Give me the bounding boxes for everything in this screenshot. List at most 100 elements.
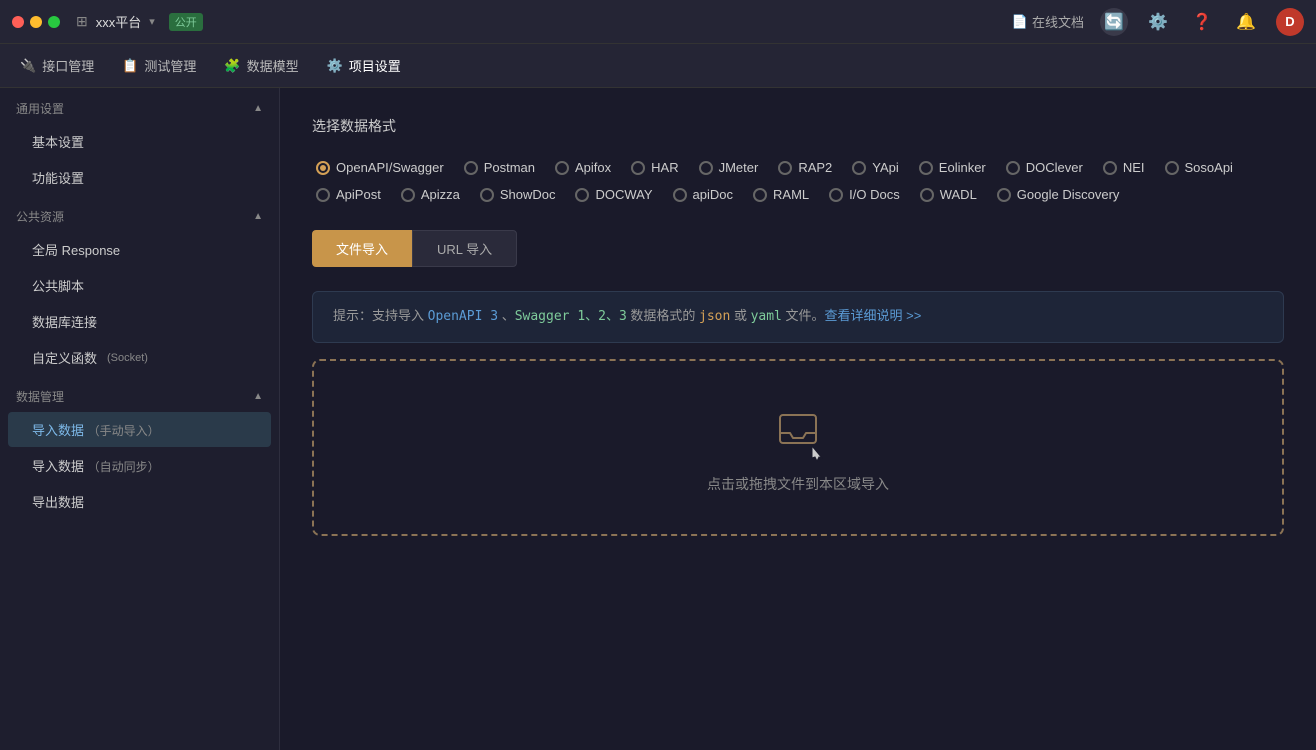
radio-postman-label: Postman <box>484 160 535 175</box>
radio-yapi[interactable]: YApi <box>848 156 915 179</box>
radio-nei-input[interactable] <box>1103 161 1117 175</box>
radio-apipost[interactable]: ApiPost <box>312 183 397 206</box>
radio-google[interactable]: Google Discovery <box>993 183 1136 206</box>
sidebar-item-public-script[interactable]: 公共脚本 <box>8 268 271 303</box>
help-icon[interactable]: ❓ <box>1188 8 1216 36</box>
radio-nei[interactable]: NEI <box>1099 156 1161 179</box>
import-tabs: 文件导入 URL 导入 <box>312 230 1284 267</box>
sidebar: 通用设置 ▲ 基本设置 功能设置 公共资源 ▲ 全局 Response 公共脚本… <box>0 88 280 750</box>
format-row-2: ApiPost Apizza ShowDoc DOCWAY apiDoc RAM… <box>312 183 1284 206</box>
test-icon: 📋 <box>122 58 138 74</box>
app-name[interactable]: xxx平台 <box>96 12 142 31</box>
notification-icon[interactable]: 🔔 <box>1232 8 1260 36</box>
sync-button[interactable]: 🔄 <box>1100 8 1128 36</box>
sidebar-item-db-connection[interactable]: 数据库连接 <box>8 304 271 339</box>
sidebar-item-import-manual[interactable]: 导入数据 （手动导入） <box>8 412 271 447</box>
hint-link[interactable]: 查看详细说明 >> <box>825 308 922 323</box>
chevron-up-icon: ▲ <box>253 103 263 114</box>
radio-raml-input[interactable] <box>753 188 767 202</box>
radio-apizza-input[interactable] <box>401 188 415 202</box>
nav-project[interactable]: ⚙️ 项目设置 <box>327 52 401 79</box>
radio-yapi-input[interactable] <box>852 161 866 175</box>
radio-apipost-input[interactable] <box>316 188 330 202</box>
radio-apifox-input[interactable] <box>555 161 569 175</box>
hint-yaml: yaml <box>751 309 782 324</box>
maximize-button[interactable] <box>48 16 60 28</box>
hint-json: json <box>699 309 730 324</box>
sidebar-item-global-response[interactable]: 全局 Response <box>8 232 271 267</box>
radio-jmeter-input[interactable] <box>699 161 713 175</box>
radio-sosoapi[interactable]: SosoApi <box>1161 156 1249 179</box>
avatar[interactable]: D <box>1276 8 1304 36</box>
sidebar-item-basic[interactable]: 基本设置 <box>8 124 271 159</box>
radio-showdoc[interactable]: ShowDoc <box>476 183 572 206</box>
sidebar-item-import-auto[interactable]: 导入数据 （自动同步） <box>8 448 271 483</box>
radio-har[interactable]: HAR <box>627 156 694 179</box>
hint-box: 提示：支持导入 OpenAPI 3 、Swagger 1、2、3 数据格式的 j… <box>312 291 1284 343</box>
doc-icon: 📄 <box>1012 14 1028 30</box>
public-section-label: 公共资源 <box>16 208 64 225</box>
radio-docway[interactable]: DOCWAY <box>571 183 668 206</box>
radio-eolinker[interactable]: Eolinker <box>915 156 1002 179</box>
file-drop-zone[interactable]: 点击或拖拽文件到本区域导入 <box>312 359 1284 536</box>
radio-eolinker-input[interactable] <box>919 161 933 175</box>
radio-jmeter[interactable]: JMeter <box>695 156 775 179</box>
settings-icon[interactable]: ⚙️ <box>1144 8 1172 36</box>
radio-rap2-input[interactable] <box>778 161 792 175</box>
radio-apidoc-input[interactable] <box>673 188 687 202</box>
app-icon: ⊞ <box>76 13 88 30</box>
tab-file-import[interactable]: 文件导入 <box>312 230 412 267</box>
radio-wadl[interactable]: WADL <box>916 183 993 206</box>
sidebar-section-public[interactable]: 公共资源 ▲ <box>0 196 279 231</box>
sidebar-section-data[interactable]: 数据管理 ▲ <box>0 376 279 411</box>
radio-doclever-input[interactable] <box>1006 161 1020 175</box>
chevron-down-icon: ▾ <box>149 15 155 28</box>
radio-har-input[interactable] <box>631 161 645 175</box>
chevron-up-icon-2: ▲ <box>253 211 263 222</box>
radio-iodocs-label: I/O Docs <box>849 187 900 202</box>
radio-postman-input[interactable] <box>464 161 478 175</box>
radio-rap2[interactable]: RAP2 <box>774 156 848 179</box>
tab-url-import[interactable]: URL 导入 <box>412 230 517 267</box>
radio-apizza[interactable]: Apizza <box>397 183 476 206</box>
traffic-lights <box>12 16 60 28</box>
radio-raml[interactable]: RAML <box>749 183 825 206</box>
radio-postman[interactable]: Postman <box>460 156 551 179</box>
radio-google-input[interactable] <box>997 188 1011 202</box>
online-doc-button[interactable]: 📄 在线文档 <box>1012 12 1084 31</box>
sidebar-item-custom-func[interactable]: 自定义函数 (Socket) <box>8 340 271 375</box>
nav-test-label: 测试管理 <box>144 56 196 75</box>
radio-apifox[interactable]: Apifox <box>551 156 627 179</box>
nav-model[interactable]: 🧩 数据模型 <box>224 52 298 79</box>
sidebar-section-general[interactable]: 通用设置 ▲ <box>0 88 279 123</box>
radio-sosoapi-input[interactable] <box>1165 161 1179 175</box>
radio-raml-label: RAML <box>773 187 809 202</box>
radio-wadl-input[interactable] <box>920 188 934 202</box>
nav-interface[interactable]: 🔌 接口管理 <box>20 52 94 79</box>
hint-format1: OpenAPI 3 <box>428 309 498 324</box>
radio-doclever[interactable]: DOClever <box>1002 156 1099 179</box>
radio-docway-input[interactable] <box>575 188 589 202</box>
radio-iodocs-input[interactable] <box>829 188 843 202</box>
interface-icon: 🔌 <box>20 58 36 74</box>
public-badge: 公开 <box>169 13 203 31</box>
radio-openapi-input[interactable] <box>316 161 330 175</box>
close-button[interactable] <box>12 16 24 28</box>
radio-iodocs[interactable]: I/O Docs <box>825 183 916 206</box>
hint-mid: 数据格式的 <box>627 308 699 323</box>
custom-func-label: 自定义函数 <box>32 348 97 367</box>
nav-model-label: 数据模型 <box>247 56 299 75</box>
socket-badge: (Socket) <box>107 352 148 364</box>
minimize-button[interactable] <box>30 16 42 28</box>
nav-test[interactable]: 📋 测试管理 <box>122 52 196 79</box>
data-section-label: 数据管理 <box>16 388 64 405</box>
radio-apidoc[interactable]: apiDoc <box>669 183 749 206</box>
radio-showdoc-input[interactable] <box>480 188 494 202</box>
radio-openapi[interactable]: OpenAPI/Swagger <box>312 156 460 179</box>
radio-apizza-label: Apizza <box>421 187 460 202</box>
sidebar-item-feature[interactable]: 功能设置 <box>8 160 271 195</box>
radio-apifox-label: Apifox <box>575 160 611 175</box>
sidebar-item-export[interactable]: 导出数据 <box>8 484 271 519</box>
radio-sosoapi-label: SosoApi <box>1185 160 1233 175</box>
titlebar: ⊞ xxx平台 ▾ 公开 📄 在线文档 🔄 ⚙️ ❓ 🔔 D <box>0 0 1316 44</box>
